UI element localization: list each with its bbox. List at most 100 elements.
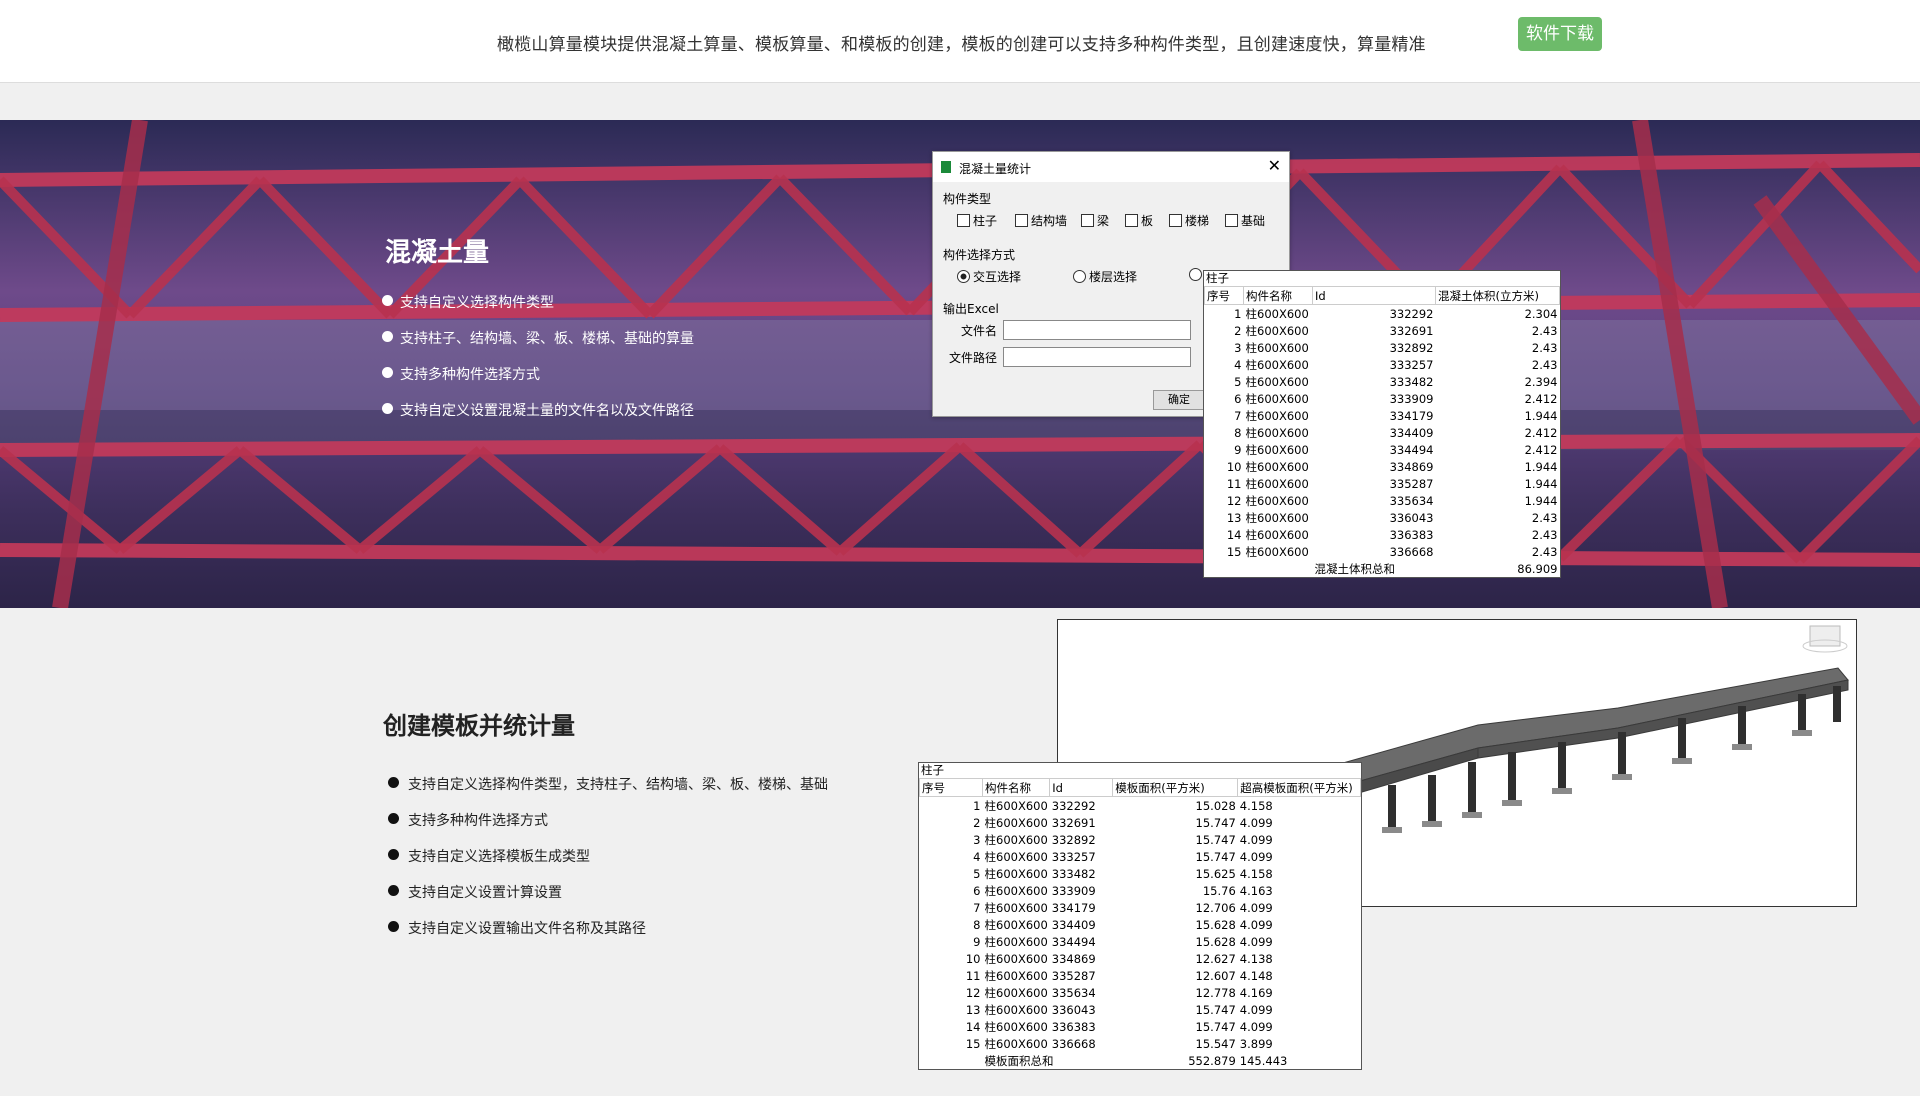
table-cell: 柱600X600 (984, 1019, 1048, 1034)
table-cell: 柱600X600 (984, 900, 1048, 915)
table-cell: 4 (1234, 357, 1242, 372)
table-cell: 2 (973, 815, 981, 830)
table-cell: 2.412 (1524, 391, 1558, 406)
table-cell: 334494 (1051, 934, 1096, 949)
checkbox-foundation[interactable]: 基础 (1225, 212, 1265, 229)
table-cell: 336043 (1389, 510, 1434, 525)
table-cell: 4.148 (1239, 968, 1273, 983)
table-cell: 柱600X600 (1245, 544, 1309, 559)
table-cell: 8 (973, 917, 981, 932)
table-row: 7 柱600X600 334179 12.706 4.099 (920, 899, 1361, 916)
filepath-input[interactable] (1003, 347, 1191, 367)
table-row: 2 柱600X600 332691 2.43 (1205, 322, 1560, 339)
table-cell: 14 (1226, 527, 1242, 542)
table-cell: 4.158 (1239, 866, 1273, 881)
table-cell: 336668 (1389, 544, 1434, 559)
table-cell: 335634 (1389, 493, 1434, 508)
table-header: 序号 (919, 778, 983, 797)
table-cell: 333909 (1389, 391, 1434, 406)
table-cell: 柱600X600 (1245, 306, 1309, 321)
table-cell: 柱600X600 (984, 815, 1048, 830)
table-cell: 模板面积总和 (984, 1053, 1054, 1068)
table-cell: 336043 (1051, 1002, 1096, 1017)
hero-feature-item: 支持多种构件选择方式 (380, 364, 694, 400)
table-cell: 柱600X600 (984, 968, 1048, 983)
table-row: 11 柱600X600 335287 1.944 (1205, 475, 1560, 492)
table-cell: 7 (973, 900, 981, 915)
table-cell: 2.412 (1524, 442, 1558, 457)
table-row: 7 柱600X600 334179 1.944 (1205, 407, 1560, 424)
table-cell: 柱600X600 (984, 883, 1048, 898)
table-cell: 4.099 (1239, 900, 1273, 915)
filepath-label: 文件路径 (949, 351, 998, 365)
checkbox-column[interactable]: 柱子 (957, 212, 997, 229)
table-cell: 6 (1234, 391, 1242, 406)
table-cell: 柱600X600 (1245, 442, 1309, 457)
table-row: 5 柱600X600 333482 2.394 (1205, 373, 1560, 390)
table-cell: 柱600X600 (1245, 459, 1309, 474)
table-cell: 1 (973, 798, 981, 813)
table-row: 12 柱600X600 335634 1.944 (1205, 492, 1560, 509)
table-cell: 4.099 (1239, 849, 1273, 864)
table-cell: 4.099 (1239, 1002, 1273, 1017)
table-row: 14 柱600X600 336383 15.747 4.099 (920, 1018, 1361, 1035)
ok-button[interactable]: 确定 (1153, 390, 1205, 410)
table-cell: 2.43 (1531, 357, 1558, 372)
checkbox-structural-wall[interactable]: 结构墙 (1015, 212, 1067, 229)
checkbox-slab[interactable]: 板 (1125, 212, 1153, 229)
table-cell: 15.628 (1195, 934, 1236, 949)
table-cell: 333482 (1389, 374, 1434, 389)
table-cell: 11 (1226, 476, 1242, 491)
table-cell: 柱600X600 (984, 1002, 1048, 1017)
table-row: 13 柱600X600 336043 2.43 (1205, 509, 1560, 526)
table-row: 6 柱600X600 333909 15.76 4.163 (920, 882, 1361, 899)
table-cell: 4.099 (1239, 917, 1273, 932)
download-button[interactable]: 软件下载 (1518, 17, 1602, 51)
section2-feature-list: 支持自定义选择构件类型，支持柱子、结构墙、梁、板、楼梯、基础 支持多种构件选择方… (388, 774, 828, 954)
table-header-row: 序号 构件名称 Id 混凝土体积(立方米) (1204, 286, 1560, 305)
table-row: 8 柱600X600 334409 2.412 (1205, 424, 1560, 441)
section2-feature-item: 支持自定义选择模板生成类型 (388, 846, 828, 882)
hero-feature-item: 支持自定义设置混凝土量的文件名以及文件路径 (380, 400, 694, 436)
table-cell: 15.547 (1195, 1036, 1236, 1051)
table-cell: 15.628 (1195, 917, 1236, 932)
table-header-row: 序号 构件名称 Id 模板面积(平方米) 超高模板面积(平方米) (919, 778, 1361, 797)
table-cell: 柱600X600 (1245, 527, 1309, 542)
table-cell: 柱600X600 (1245, 374, 1309, 389)
table-cell: 336668 (1051, 1036, 1096, 1051)
table-row: 10 柱600X600 334869 1.944 (1205, 458, 1560, 475)
radio-interactive-select[interactable]: 交互选择 (957, 268, 1021, 285)
table-header: Id (1312, 286, 1436, 305)
table-cell: 15.747 (1195, 849, 1236, 864)
table-cell: 4.169 (1239, 985, 1273, 1000)
hero-feature-item: 支持自定义选择构件类型 (380, 292, 694, 328)
component-type-label: 构件类型 (943, 192, 992, 206)
table-row: 6 柱600X600 333909 2.412 (1205, 390, 1560, 407)
table-row: 8 柱600X600 334409 15.628 4.099 (920, 916, 1361, 933)
checkbox-beam[interactable]: 梁 (1081, 212, 1109, 229)
table-cell: 336383 (1051, 1019, 1096, 1034)
table-cell (920, 1052, 983, 1069)
radio-floor-select[interactable]: 楼层选择 (1073, 268, 1137, 285)
viewcube-icon[interactable] (1802, 625, 1848, 653)
table-cell: 6 (973, 883, 981, 898)
table-row: 12 柱600X600 335634 12.778 4.169 (920, 984, 1361, 1001)
table-cell: 13 (965, 1002, 981, 1017)
table-row: 9 柱600X600 334494 15.628 4.099 (920, 933, 1361, 950)
table-cell (1244, 560, 1313, 577)
filename-input[interactable] (1003, 320, 1191, 340)
table-cell: 12 (965, 985, 981, 1000)
table-cell: 552.879 (1188, 1053, 1236, 1068)
table-cell: 混凝土体积总和 (1314, 561, 1396, 576)
table-cell: 334494 (1389, 442, 1434, 457)
table-header: 序号 (1204, 286, 1244, 305)
dialog-title: 混凝土量统计 (959, 162, 1032, 176)
table-cell: 335287 (1051, 968, 1096, 983)
table-cell: 333257 (1051, 849, 1096, 864)
table-header: 构件名称 (981, 778, 1051, 797)
table-cell: 2.412 (1524, 425, 1558, 440)
table-cell: 柱600X600 (1245, 357, 1309, 372)
checkbox-stair[interactable]: 楼梯 (1169, 212, 1209, 229)
table-cell: 13 (1226, 510, 1242, 525)
close-icon[interactable]: ✕ (1268, 156, 1281, 175)
